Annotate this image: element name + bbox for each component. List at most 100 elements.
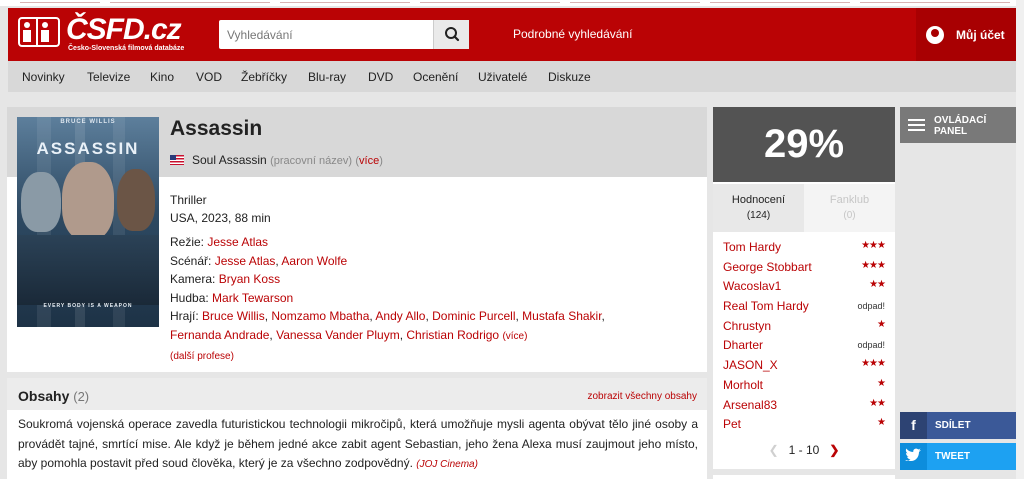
user-link[interactable]: George Stobbart xyxy=(723,260,812,274)
menu-item-vod[interactable]: VOD xyxy=(196,70,222,84)
rating-stars: ★★ xyxy=(869,279,886,291)
logo-brand-text: ČSFD.cz xyxy=(66,13,182,46)
rating-trash: odpad! xyxy=(857,340,885,351)
tab-strip-segment xyxy=(420,0,560,3)
plot-text: Soukromá vojenská operace zavedla futuri… xyxy=(18,415,698,475)
user-link[interactable]: Dharter xyxy=(723,338,763,352)
list-item: Wacoslav1 ★★ xyxy=(713,277,895,297)
person-link[interactable]: Fernanda Andrade xyxy=(170,328,269,342)
user-link[interactable]: Arsenal83 xyxy=(723,398,777,412)
user-link[interactable]: Real Tom Hardy xyxy=(723,299,809,313)
rating-percent: 29% xyxy=(713,107,895,182)
rating-stars: ★ xyxy=(877,417,886,429)
alternate-title-name: Soul Assassin xyxy=(192,153,267,167)
plot-heading-text: Obsahy xyxy=(18,388,70,404)
tab-fanclub-label: Fanklub xyxy=(829,194,870,206)
search-button[interactable] xyxy=(433,20,469,49)
scrollbar[interactable] xyxy=(1016,0,1024,479)
user-icon xyxy=(926,26,944,44)
menu-item-kino[interactable]: Kino xyxy=(150,70,174,84)
list-item: Chrustyn ★ xyxy=(713,317,895,337)
person-link[interactable]: Aaron Wolfe xyxy=(281,254,347,268)
plot-source-link[interactable]: (JOJ Cinema) xyxy=(416,459,478,470)
tab-strip-segment xyxy=(20,0,100,3)
crew-cast-label: Hrají: xyxy=(170,309,199,323)
person-link[interactable]: Mark Tewarson xyxy=(212,291,293,305)
menu-item-televize[interactable]: Televize xyxy=(87,70,130,84)
poster-top-text: BRUCE WILLIS xyxy=(60,119,116,125)
account-button[interactable]: Můj účet xyxy=(916,8,1016,61)
rating-stars: ★★★ xyxy=(861,240,886,251)
plot-count: (2) xyxy=(73,389,90,404)
person-link[interactable]: Andy Allo xyxy=(375,309,425,323)
rating-stars: ★★ xyxy=(869,397,886,409)
crew-camera: Kamera: Bryan Koss xyxy=(170,270,690,289)
user-link[interactable]: Wacoslav1 xyxy=(723,279,781,293)
chevron-right-icon[interactable]: ❯ xyxy=(829,443,839,457)
alternate-title: Soul Assassin (pracovní název) (více) xyxy=(170,153,383,167)
person-link[interactable]: Jesse Atlas xyxy=(207,235,268,249)
person-link[interactable]: Nomzamo Mbatha xyxy=(271,309,369,323)
user-link[interactable]: Pet xyxy=(723,417,741,431)
advanced-search-link[interactable]: Podrobné vyhledávání xyxy=(513,27,632,41)
user-link[interactable]: JASON_X xyxy=(723,358,778,372)
logo-tagline: Česko-Slovenská filmová databáze xyxy=(68,45,185,52)
facebook-share-button[interactable]: f SDÍLET xyxy=(900,412,1016,439)
menu-item-zebricky[interactable]: Žebříčky xyxy=(241,70,287,84)
person-link[interactable]: Jesse Atlas xyxy=(215,254,276,268)
person-link[interactable]: Christian Rodrigo xyxy=(406,328,499,342)
list-item: Dharter odpad! xyxy=(713,336,895,356)
person-link[interactable]: Bryan Koss xyxy=(219,272,280,286)
site-logo[interactable]: ČSFD.cz Česko-Slovenská filmová databáze xyxy=(18,13,188,55)
menu-item-diskuze[interactable]: Diskuze xyxy=(548,70,591,84)
search-input[interactable] xyxy=(219,20,429,49)
search-box xyxy=(219,20,469,49)
menu-icon xyxy=(908,119,925,131)
person-link[interactable]: Bruce Willis xyxy=(202,309,265,323)
film-origin: USA, 2023, 88 min xyxy=(170,211,271,225)
alternate-title-more-link[interactable]: více xyxy=(359,155,379,167)
tab-fanclub[interactable]: Fanklub (0) xyxy=(804,184,895,232)
pager-range: 1 - 10 xyxy=(788,443,820,457)
film-poster[interactable]: BRUCE WILLIS ASSASSIN EVERY BODY IS A WE… xyxy=(17,117,159,327)
poster-title: ASSASSIN xyxy=(36,139,140,158)
plot-box: Obsahy (2) zobrazit všechny obsahy Soukr… xyxy=(7,378,707,479)
other-professions-link[interactable]: (další profese) xyxy=(170,351,234,362)
main-menu: Novinky Televize Kino VOD Žebříčky Blu-r… xyxy=(8,61,1016,92)
user-ratings-list: Tom Hardy ★★★ George Stobbart ★★★ Wacoslav… xyxy=(713,238,895,435)
person-link[interactable]: Vanessa Vander Pluym xyxy=(276,328,400,342)
control-panel-button[interactable]: OVLÁDACÍ PANEL xyxy=(900,107,1016,143)
crew-music: Hudba: Mark Tewarson xyxy=(170,289,690,308)
film-info-box: BRUCE WILLIS ASSASSIN EVERY BODY IS A WE… xyxy=(7,107,707,372)
tab-fanclub-count: (0) xyxy=(843,210,856,221)
tab-ratings-label: Hodnocení xyxy=(731,194,786,206)
crew-screenplay-label: Scénář: xyxy=(170,253,212,268)
twitter-icon xyxy=(900,443,927,470)
logo-film-icon xyxy=(18,17,60,47)
rating-box: 29% Hodnocení (124) Fanklub (0) Tom Hard… xyxy=(713,107,895,469)
menu-item-uzivatele[interactable]: Uživatelé xyxy=(478,70,527,84)
menu-item-dvd[interactable]: DVD xyxy=(368,70,393,84)
tab-strip-segment xyxy=(710,0,850,3)
search-icon xyxy=(445,27,460,42)
user-link[interactable]: Tom Hardy xyxy=(723,240,781,254)
rating-stars: ★ xyxy=(877,377,886,389)
crew-camera-label: Kamera: xyxy=(170,272,216,286)
menu-item-oceneni[interactable]: Ocenění xyxy=(413,70,458,84)
tab-strip-segment xyxy=(110,0,270,3)
person-link[interactable]: Mustafa Shakir xyxy=(522,309,601,323)
tab-ratings-count: (124) xyxy=(746,210,771,221)
show-all-plots-link[interactable]: zobrazit všechny obsahy xyxy=(587,391,697,402)
tab-ratings[interactable]: Hodnocení (124) xyxy=(713,184,804,232)
twitter-share-button[interactable]: TWEET xyxy=(900,443,1016,470)
chevron-left-icon[interactable]: ❮ xyxy=(769,443,779,457)
user-link[interactable]: Morholt xyxy=(723,378,763,392)
cast-more-link[interactable]: (více) xyxy=(502,331,527,342)
twitter-share-label: TWEET xyxy=(935,451,970,462)
user-link[interactable]: Chrustyn xyxy=(723,319,771,333)
secondary-box-edge xyxy=(713,475,895,479)
menu-item-bluray[interactable]: Blu-ray xyxy=(308,70,346,84)
menu-item-novinky[interactable]: Novinky xyxy=(22,70,65,84)
person-link[interactable]: Dominic Purcell xyxy=(432,309,515,323)
control-panel-label: OVLÁDACÍ PANEL xyxy=(934,115,987,137)
